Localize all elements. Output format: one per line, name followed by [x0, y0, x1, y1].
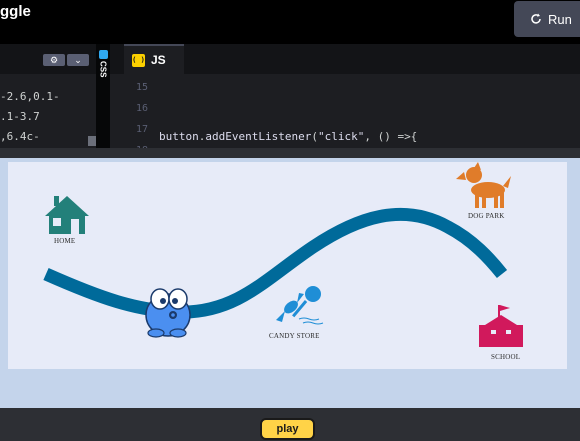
- tab-js[interactable]: ( ) JS: [124, 44, 184, 74]
- home-label: HOME: [54, 237, 76, 245]
- css-pane-header: ⚙ ⌄: [0, 44, 96, 74]
- code-editor: ⚙ ⌄ -2.6,0.1- .1-3.7 ,6.4c- CSS ( ) JS 1…: [0, 44, 580, 156]
- js-pane-header: ( ) JS: [110, 44, 580, 74]
- candy-store-label: CANDY STORE: [269, 332, 320, 340]
- css-scrollbar[interactable]: [88, 136, 96, 146]
- run-button[interactable]: Run: [514, 1, 580, 37]
- candy-icon: [276, 286, 324, 325]
- js-code-line[interactable]: button.addEventListener("click", () =>{: [159, 130, 417, 143]
- code-method: addEventListener: [205, 130, 312, 143]
- css-code[interactable]: -2.6,0.1- .1-3.7 ,6.4c-: [0, 87, 60, 147]
- pen-title: ggle: [0, 3, 31, 20]
- home-icon: [45, 196, 89, 234]
- code-object: button: [159, 130, 199, 143]
- code-rest: , () =>{: [364, 130, 418, 143]
- school-icon: [479, 305, 523, 347]
- preview-footer: play: [0, 408, 580, 441]
- play-button[interactable]: play: [260, 418, 315, 440]
- line-number: 16: [135, 103, 148, 114]
- refresh-icon: [531, 13, 541, 24]
- run-label: Run: [548, 11, 572, 27]
- css-vertical-tab[interactable]: CSS: [97, 50, 109, 77]
- css-vertical-label: CSS: [98, 61, 108, 78]
- code-paren: (: [311, 130, 318, 143]
- pane-splitter[interactable]: [0, 148, 580, 158]
- dog-icon: [456, 162, 511, 208]
- dog-park-label: DOG PARK: [468, 212, 505, 220]
- result-preview: HOME DOG PARK CANDY STORE SCHOOL: [0, 158, 580, 408]
- css-code-line: .1-3.7: [0, 110, 40, 123]
- road-path: [43, 207, 508, 319]
- css-code-line: ,6.4c-: [0, 130, 40, 143]
- animation-stage: HOME DOG PARK CANDY STORE SCHOOL: [8, 162, 567, 369]
- css-badge-icon: [98, 50, 108, 59]
- school-label: SCHOOL: [491, 353, 521, 361]
- css-settings-button[interactable]: ⚙: [43, 54, 65, 66]
- editor-header: ggle Run: [0, 0, 580, 44]
- code-string: "click": [317, 130, 365, 143]
- js-icon: ( ): [132, 53, 145, 67]
- line-number: 15: [135, 82, 148, 93]
- css-collapse-button[interactable]: ⌄: [67, 54, 89, 66]
- line-number: 17: [135, 124, 148, 135]
- css-code-line: -2.6,0.1-: [0, 90, 60, 103]
- character-sprite[interactable]: [145, 288, 191, 338]
- tab-js-label: JS: [151, 53, 166, 67]
